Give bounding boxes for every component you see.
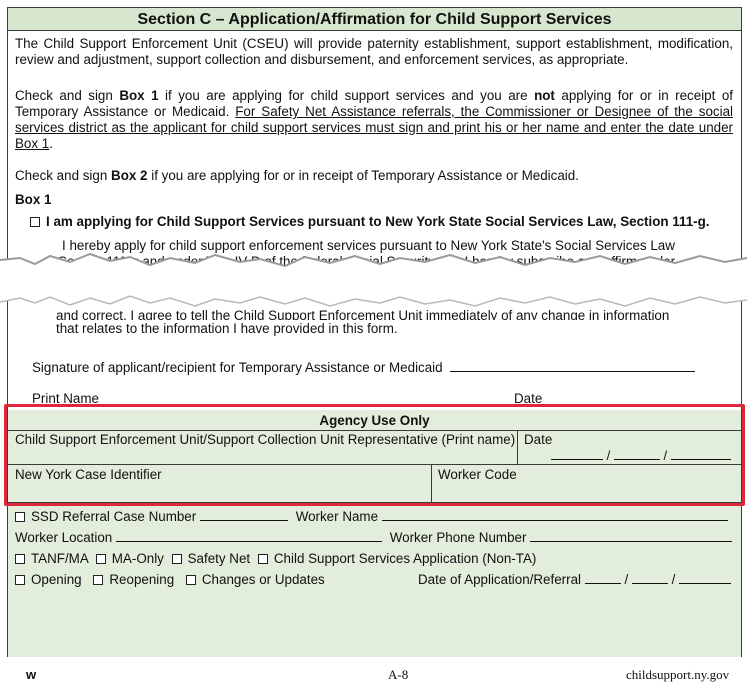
application-date-label: Date of Application/Referral <box>418 572 582 587</box>
box1-affirmation-bottom: that relates to the information I have p… <box>56 321 398 336</box>
highlight-box <box>4 404 745 506</box>
signature-line[interactable] <box>450 371 696 372</box>
csa-non-ta-checkbox[interactable] <box>257 554 268 564</box>
torn-page-gap <box>0 252 747 307</box>
opening-label: Opening <box>31 572 82 587</box>
not-emphasis: not <box>534 88 555 103</box>
box1-checkbox-label: I am applying for Child Support Services… <box>46 214 710 229</box>
date-slash: / <box>667 572 680 587</box>
box2-ref: Box 2 <box>111 168 148 183</box>
referral-row-2: Worker Location Worker Phone Number <box>15 530 733 546</box>
box1-instruction-end: . <box>49 136 53 151</box>
box2-instruction: Check and sign Box 2 if you are applying… <box>15 168 733 184</box>
box1-ref: Box 1 <box>119 88 159 103</box>
box1-instruction-mid: if you are applying for child support se… <box>158 88 535 103</box>
app-day-line[interactable] <box>631 583 668 584</box>
changes-checkbox[interactable] <box>185 575 196 585</box>
app-month-line[interactable] <box>584 583 621 584</box>
print-name-label: Print Name <box>32 391 99 405</box>
date-slash: / <box>620 572 632 587</box>
box2-instruction-post: if you are applying for or in receipt of… <box>147 168 579 183</box>
ssd-referral-checkbox[interactable] <box>15 512 25 522</box>
worker-name-label: Worker Name <box>295 509 379 524</box>
box1-affirmation-torn-bottom: and correct. I agree to tell the Child S… <box>56 308 670 320</box>
tanf-ma-label: TANF/MA <box>31 551 89 566</box>
csa-non-ta-label: Child Support Services Application (Non-… <box>273 551 537 566</box>
ssd-case-number-label: SSD Referral Case Number <box>31 509 197 524</box>
reopening-checkbox[interactable] <box>93 575 104 585</box>
worker-phone-line[interactable] <box>530 541 733 542</box>
ma-only-label: MA-Only <box>111 551 164 566</box>
signature-row: Signature of applicant/recipient for Tem… <box>32 360 732 376</box>
worker-location-line[interactable] <box>116 541 382 542</box>
box1-checkbox[interactable] <box>30 217 40 227</box>
footer-website: childsupport.ny.gov <box>626 667 730 682</box>
intro-paragraph: The Child Support Enforcement Unit (CSEU… <box>15 36 733 67</box>
referral-row-1: SSD Referral Case Number Worker Name <box>15 509 728 525</box>
box1-instruction: Check and sign Box 1 if you are applying… <box>15 88 733 152</box>
box1-instruction-pre: Check and sign <box>15 88 120 103</box>
app-year-line[interactable] <box>679 583 732 584</box>
referral-row-3: TANF/MA MA-Only Safety Net Child Support… <box>15 551 536 567</box>
footer-page-number: A-8 <box>388 667 409 682</box>
footer-left: w <box>26 667 37 682</box>
opening-checkbox[interactable] <box>15 575 25 585</box>
box1-heading: Box 1 <box>15 192 52 207</box>
worker-phone-label: Worker Phone Number <box>389 530 527 545</box>
changes-label: Changes or Updates <box>201 572 325 587</box>
section-title: Section C – Application/Affirmation for … <box>8 8 741 31</box>
box1-option[interactable]: I am applying for Child Support Services… <box>30 214 735 230</box>
tanf-ma-checkbox[interactable] <box>15 554 25 564</box>
safety-net-label: Safety Net <box>187 551 251 566</box>
reopening-label: Reopening <box>109 572 175 587</box>
ssd-case-number-line[interactable] <box>199 520 288 521</box>
ma-only-checkbox[interactable] <box>95 554 106 564</box>
application-date-row: Date of Application/Referral / / <box>418 572 732 588</box>
worker-location-label: Worker Location <box>15 530 113 545</box>
date-label: Date <box>514 391 543 405</box>
safety-net-checkbox[interactable] <box>171 554 182 564</box>
referral-row-4: Opening Reopening Changes or Updates <box>15 572 325 588</box>
box2-instruction-pre: Check and sign <box>15 168 112 183</box>
signature-label: Signature of applicant/recipient for Tem… <box>32 360 443 375</box>
worker-name-line[interactable] <box>381 520 728 521</box>
